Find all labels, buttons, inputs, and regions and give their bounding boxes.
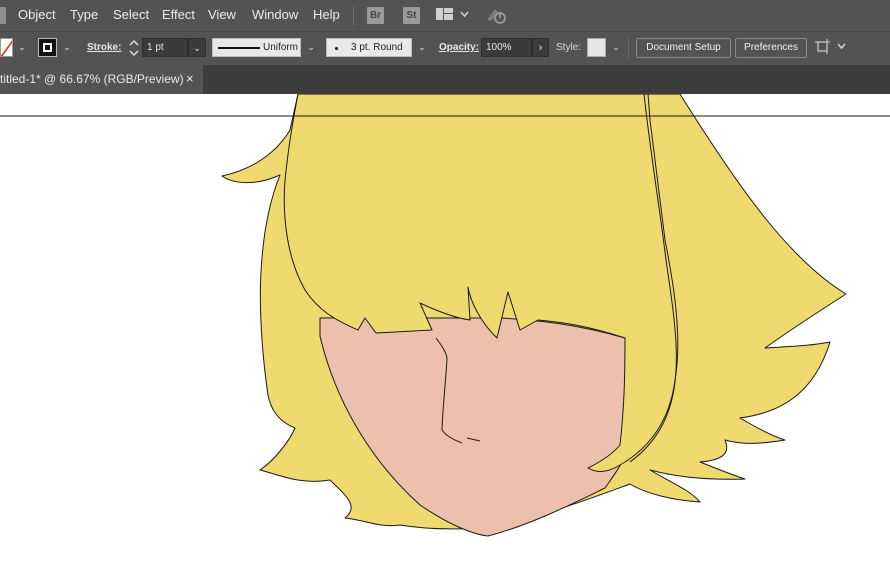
style-label: Style: bbox=[556, 42, 582, 53]
uniform-stroke-line-icon bbox=[218, 47, 260, 49]
style-dropdown-chevron-icon[interactable]: ⌄ bbox=[608, 38, 624, 57]
menu-view[interactable]: View bbox=[208, 7, 236, 22]
document-tab-title: titled-1* @ 66.67% (RGB/Preview) bbox=[0, 72, 184, 86]
menu-effect[interactable]: Effect bbox=[162, 7, 195, 22]
menu-type[interactable]: Type bbox=[70, 7, 98, 22]
artboard-canvas[interactable] bbox=[0, 94, 890, 574]
stroke-stepper-icon[interactable] bbox=[127, 37, 141, 59]
arrange-documents-icon[interactable] bbox=[815, 39, 850, 58]
document-tab-bar: titled-1* @ 66.67% (RGB/Preview) × bbox=[0, 65, 890, 94]
fill-dropdown-chevron-icon[interactable]: ⌄ bbox=[14, 38, 30, 57]
brush-dropdown-chevron-icon[interactable]: ⌄ bbox=[414, 38, 430, 57]
document-tab[interactable]: titled-1* @ 66.67% (RGB/Preview) × bbox=[0, 65, 203, 94]
opacity-input[interactable]: 100% bbox=[481, 38, 532, 57]
preferences-button[interactable]: Preferences bbox=[735, 38, 807, 58]
fill-swatch[interactable] bbox=[0, 38, 13, 57]
menu-select[interactable]: Select bbox=[113, 7, 149, 22]
control-bar: ⌄ ⌄ Stroke: 1 pt ⌄ Uniform ⌄ 3 pt. Round… bbox=[0, 31, 890, 66]
artwork-svg bbox=[0, 94, 890, 537]
stroke-label[interactable]: Stroke: bbox=[87, 42, 121, 53]
stroke-weight-input[interactable]: 1 pt bbox=[142, 38, 188, 57]
gpu-performance-icon[interactable] bbox=[485, 6, 509, 28]
stroke-swatch-square-icon bbox=[43, 43, 52, 52]
menu-help[interactable]: Help bbox=[313, 7, 340, 22]
menu-window[interactable]: Window bbox=[252, 7, 298, 22]
graphic-style-swatch[interactable] bbox=[587, 38, 606, 57]
bridge-icon[interactable]: Br bbox=[367, 7, 384, 24]
profile-dropdown-chevron-icon[interactable]: ⌄ bbox=[303, 38, 319, 57]
brush-dot-icon bbox=[335, 47, 338, 50]
profile-value: Uniform bbox=[263, 42, 299, 53]
stroke-swatch[interactable] bbox=[38, 38, 57, 57]
opacity-arrow-icon[interactable]: › bbox=[532, 38, 549, 57]
menu-bar: Object Type Select Effect View Window He… bbox=[0, 0, 890, 31]
brush-definition-select[interactable]: 3 pt. Round bbox=[326, 38, 412, 57]
variable-width-profile-select[interactable]: Uniform bbox=[212, 38, 301, 57]
control-divider bbox=[628, 38, 629, 59]
close-icon[interactable]: × bbox=[186, 71, 194, 86]
stock-icon[interactable]: St bbox=[403, 7, 420, 24]
menu-object[interactable]: Object bbox=[18, 7, 56, 22]
stroke-dropdown-chevron-icon[interactable]: ⌄ bbox=[59, 38, 75, 57]
menu-divider bbox=[353, 6, 354, 25]
app-icon-fragment bbox=[0, 7, 6, 24]
opacity-label[interactable]: Opacity: bbox=[439, 42, 479, 53]
stroke-weight-dropdown-icon[interactable]: ⌄ bbox=[188, 38, 206, 57]
document-setup-button[interactable]: Document Setup bbox=[636, 38, 731, 58]
brush-value: 3 pt. Round bbox=[351, 42, 403, 53]
workspace-layout-icon[interactable] bbox=[436, 8, 472, 26]
